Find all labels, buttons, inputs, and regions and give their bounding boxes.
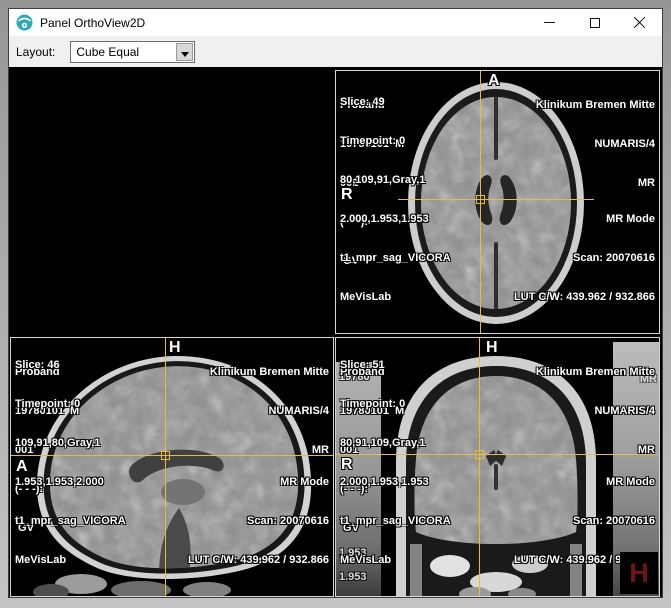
scanner-software: NUMARIS/4: [210, 405, 329, 418]
layout-dropdown[interactable]: Cube Equal: [70, 41, 195, 63]
chevron-down-icon: [181, 52, 189, 61]
mode-label: MR Mode: [514, 476, 655, 489]
viewport-coronal[interactable]: Proband 19780101 M 001 (- - -): GV 19780…: [335, 337, 660, 597]
scan-date: Scan: 20070616: [514, 515, 655, 528]
close-icon: [633, 16, 646, 29]
voxel-spacing: 2.000,1.953,1.953: [340, 213, 451, 226]
viewport-grid: Proband 19780101 M 001 (- - -): GV A Kli…: [9, 67, 662, 597]
scanner-software: NUMARIS/4: [536, 138, 655, 151]
lut-values: LUT C/W: 439.962 / 932.866: [514, 291, 655, 304]
crosshair-vertical[interactable]: [165, 338, 166, 596]
slice-number: Slice: 46: [15, 359, 126, 372]
crosshair-center[interactable]: [161, 451, 170, 460]
info-block: MR Mode Scan: 20070616 LUT C/W: 439.962 …: [188, 450, 329, 593]
orientation-label-head: H: [486, 340, 498, 356]
maximize-button[interactable]: [572, 9, 617, 36]
sequence-name: t1_mpr_sag_VICORA: [15, 515, 126, 528]
window-controls: [527, 9, 662, 36]
orientation-label-anterior: A: [488, 73, 500, 89]
timepoint: Timepoint: 0: [340, 135, 451, 148]
scan-date: Scan: 20070616: [514, 252, 655, 265]
close-button[interactable]: [617, 9, 662, 36]
voxel-position: 109,91,80,Gray,1: [15, 437, 126, 450]
crosshair-vertical[interactable]: [479, 338, 480, 596]
voxel-position: 80,109,91,Gray,1: [340, 174, 451, 187]
status-block: Slice: 51 Timepoint: 0 80,91,109,Gray,1 …: [340, 337, 451, 593]
lut-values: LUT C/W: 439.962 / 932.866: [188, 554, 329, 567]
viewport-sagittal[interactable]: Proband 19780101 M 001 (- - -): GV H Kli…: [10, 337, 334, 597]
minimize-button[interactable]: [527, 9, 572, 36]
software-name: MeVisLab: [15, 554, 126, 567]
institution: Klinikum Bremen Mitte: [536, 99, 655, 112]
institution: Klinikum Bremen Mitte: [210, 366, 329, 379]
status-block: Slice: 46 Timepoint: 0 109,91,80,Gray,1 …: [15, 337, 126, 593]
window-title: Panel OrthoView2D: [40, 16, 145, 30]
layout-label: Layout:: [16, 45, 55, 59]
layout-dropdown-value: Cube Equal: [76, 45, 139, 59]
voxel-spacing: 2.000,1.953,1.953: [340, 476, 451, 489]
slice-number: Slice: 51: [340, 359, 451, 372]
viewport-axial[interactable]: Proband 19780101 M 001 (- - -): GV A Kli…: [335, 70, 660, 334]
status-block: Slice: 49 Timepoint: 0 80,109,91,Gray,1 …: [340, 70, 451, 330]
timepoint: Timepoint: 0: [15, 398, 126, 411]
mode-label: MR Mode: [514, 213, 655, 226]
app-icon: [16, 14, 33, 31]
toolbar: Layout: Cube Equal: [9, 36, 662, 67]
render-artifact-box: H: [620, 552, 658, 594]
sequence-name: t1_mpr_sag_VICORA: [340, 252, 451, 265]
voxel-spacing: 1.953,1.953,2.000: [15, 476, 126, 489]
render-artifact-letter: H: [629, 558, 649, 589]
app-window: Panel OrthoView2D Layout: Cube Equal: [8, 8, 663, 598]
viewport-empty[interactable]: [10, 70, 334, 334]
timepoint: Timepoint: 0: [340, 398, 451, 411]
software-name: MeVisLab: [340, 291, 451, 304]
software-name: MeVisLab: [340, 554, 451, 567]
desktop-background: Panel OrthoView2D Layout: Cube Equal: [0, 0, 671, 608]
scanner-software: NUMARIS/4: [536, 405, 655, 418]
voxel-position: 80,91,109,Gray,1: [340, 437, 451, 450]
info-block: MR Mode Scan: 20070616 LUT C/W: 439.962 …: [514, 187, 655, 330]
maximize-icon: [590, 18, 600, 28]
crosshair-center[interactable]: [475, 450, 484, 459]
mode-label: MR Mode: [188, 476, 329, 489]
title-bar[interactable]: Panel OrthoView2D: [9, 9, 662, 36]
scan-date: Scan: 20070616: [188, 515, 329, 528]
minimize-icon: [544, 22, 555, 23]
sequence-name: t1_mpr_sag_VICORA: [340, 515, 451, 528]
orientation-label-head: H: [169, 340, 181, 356]
crosshair-center[interactable]: [476, 195, 485, 204]
slice-number: Slice: 49: [340, 96, 451, 109]
institution: Klinikum Bremen Mitte: [536, 366, 655, 379]
layout-dropdown-arrow-button[interactable]: [176, 43, 193, 61]
